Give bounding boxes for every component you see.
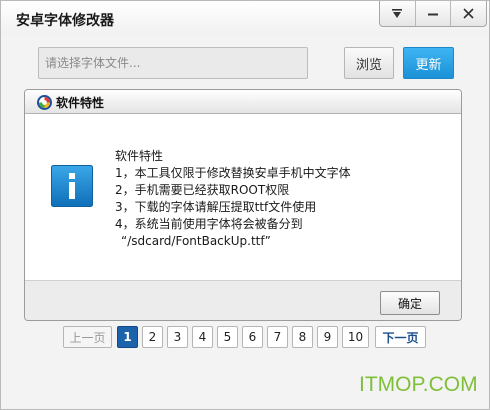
feature-line: 1，本工具仅限于修改替换安卓手机中文字体 [115, 166, 351, 180]
prev-page-button[interactable]: 上一页 [63, 326, 112, 348]
feature-line: 软件特性 [115, 149, 164, 163]
page-3[interactable]: 3 [167, 326, 188, 348]
features-panel: 软件特性 软件特性 1，本工具仅限于修改替换安卓手机中文字体 2，手机需要已经获… [24, 89, 462, 321]
panel-body: 软件特性 1，本工具仅限于修改替换安卓手机中文字体 2，手机需要已经获取ROOT… [25, 115, 461, 280]
panel-header: 软件特性 [25, 90, 461, 114]
window-controls [379, 1, 487, 27]
feature-text: 软件特性 1，本工具仅限于修改替换安卓手机中文字体 2，手机需要已经获取ROOT… [115, 148, 351, 250]
minimize-button[interactable] [414, 1, 451, 26]
watermark: ITMOP.COM [359, 373, 478, 396]
feature-line: 3，下载的字体请解压提取ttf文件使用 [115, 200, 317, 214]
page-8[interactable]: 8 [292, 326, 313, 348]
info-icon [51, 165, 93, 207]
page-9[interactable]: 9 [317, 326, 338, 348]
next-page-button[interactable]: 下一页 [375, 326, 426, 348]
page-7[interactable]: 7 [267, 326, 288, 348]
dropdown-triangle-icon [392, 8, 403, 18]
feature-line: 4，系统当前使用字体将会被备分到 [115, 217, 303, 231]
page-2[interactable]: 2 [142, 326, 163, 348]
feature-line: “/sdcard/FontBackUp.ttf” [121, 234, 271, 248]
browse-button[interactable]: 浏览 [344, 47, 394, 79]
close-button[interactable] [450, 1, 486, 26]
page-1[interactable]: 1 [117, 326, 138, 348]
feature-line: 2，手机需要已经获取ROOT权限 [115, 183, 290, 197]
close-icon [463, 8, 474, 19]
menu-button[interactable] [380, 1, 415, 26]
window-title: 安卓字体修改器 [16, 13, 114, 29]
app-window: 安卓字体修改器 浏览 更新 [0, 0, 490, 410]
page-6[interactable]: 6 [242, 326, 263, 348]
ok-button[interactable]: 确定 [380, 291, 440, 315]
minimize-icon [428, 13, 438, 15]
page-5[interactable]: 5 [217, 326, 238, 348]
font-file-input[interactable] [38, 47, 308, 79]
panel-footer: 确定 [25, 280, 461, 320]
update-button[interactable]: 更新 [403, 47, 454, 79]
panel-title: 软件特性 [56, 96, 105, 110]
software-logo-icon [37, 95, 52, 110]
page-10[interactable]: 10 [342, 326, 369, 348]
page-4[interactable]: 4 [192, 326, 213, 348]
title-bar: 安卓字体修改器 [1, 1, 489, 35]
